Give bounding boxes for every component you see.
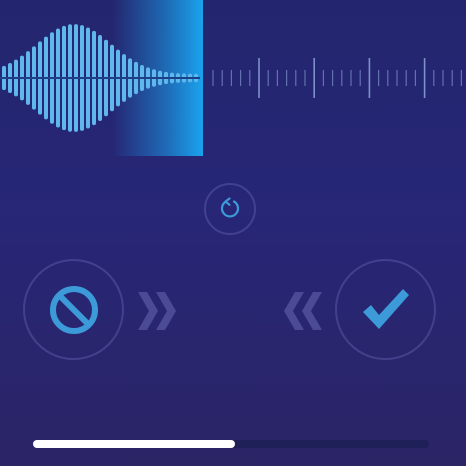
audio-review-screen [0,0,466,466]
no-entry-icon [49,285,98,334]
progress-bar [33,440,429,448]
waveform-panel[interactable] [0,0,466,156]
accept-button[interactable] [335,259,436,360]
checkmark-icon [362,288,409,329]
reject-button[interactable] [23,259,124,360]
progress-bar-fill [33,440,235,448]
refresh-button[interactable] [204,183,256,235]
double-chevron-right-icon [138,292,176,330]
timeline-ticks [212,58,462,98]
waveform-graphic [0,0,462,156]
refresh-icon [220,197,240,218]
double-chevron-left-icon [284,292,322,330]
